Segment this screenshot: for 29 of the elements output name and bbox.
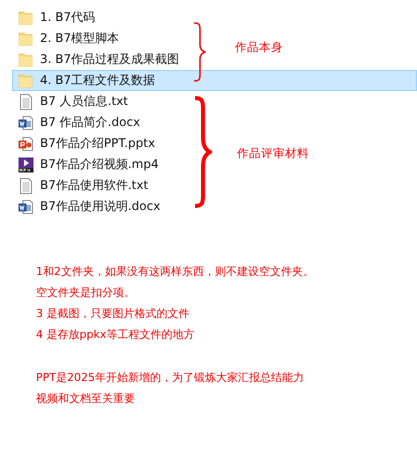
folder-icon bbox=[18, 52, 34, 68]
file-row[interactable]: 1. B7代码 bbox=[12, 7, 100, 28]
slides-file-icon bbox=[18, 136, 34, 152]
curly-brace bbox=[192, 22, 206, 82]
note-text: 1和2文件夹，如果没有这两样东西，则不建设空文件夹。 bbox=[36, 264, 315, 280]
note-text: 视频和文档至关重要 bbox=[36, 391, 136, 407]
note-text: 3 是截图，只要图片格式的文件 bbox=[36, 306, 190, 322]
file-row[interactable]: B7作品介绍视频.mp4 bbox=[12, 154, 164, 175]
file-row[interactable]: B7 作品简介.docx bbox=[12, 112, 146, 133]
annotation-label: 作品本身 bbox=[235, 40, 283, 55]
text-file-icon bbox=[18, 94, 34, 110]
video-file-icon bbox=[18, 156, 34, 172]
file-row[interactable]: B7 人员信息.txt bbox=[12, 91, 134, 112]
word-file-icon bbox=[18, 198, 34, 214]
text-file-icon bbox=[18, 178, 34, 194]
word-file-icon bbox=[18, 114, 34, 130]
folder-icon bbox=[18, 72, 34, 88]
annotation-label: 作品评审材料 bbox=[237, 146, 309, 161]
file-row[interactable]: 3. B7作品过程及成果截图 bbox=[12, 49, 184, 70]
note-text: PPT是2025年开始新增的，为了锻炼大家汇报总结能力 bbox=[36, 370, 305, 386]
file-row[interactable]: B7作品介绍PPT.pptx bbox=[12, 133, 160, 154]
file-row[interactable]: B7作品使用软件.txt bbox=[12, 175, 154, 196]
file-row[interactable]: 2. B7模型脚本 bbox=[12, 28, 124, 49]
file-row[interactable]: B7作品使用说明.docx bbox=[12, 196, 166, 217]
file-row[interactable]: 4. B7工程文件及数据 bbox=[12, 70, 417, 91]
note-text: 空文件夹是扣分项。 bbox=[36, 285, 136, 301]
note-text: 4 是存放ppkx等工程文件的地方 bbox=[36, 327, 196, 343]
folder-icon bbox=[18, 30, 34, 46]
folder-icon bbox=[18, 10, 34, 26]
